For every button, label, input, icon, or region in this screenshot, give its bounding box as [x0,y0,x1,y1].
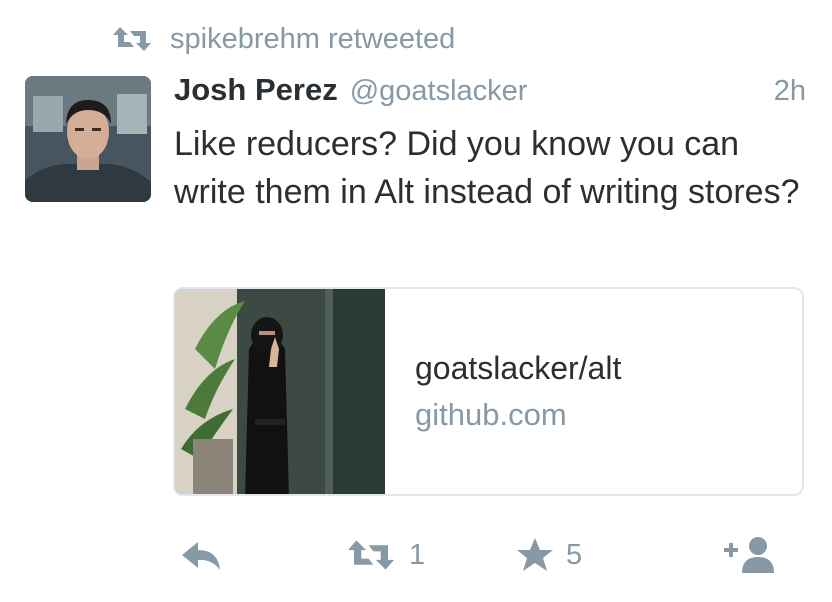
star-icon [516,537,554,573]
card-thumbnail [175,289,385,494]
tweet-timestamp[interactable]: 2h [774,75,806,108]
retweet-icon [345,538,397,572]
retweet-count: 1 [409,538,426,571]
retweet-button[interactable]: 1 [345,530,425,580]
author-name[interactable]: Josh Perez [174,72,338,108]
follow-button[interactable] [722,530,778,580]
tweet-header: Josh Perez @goatslacker 2h [174,72,806,116]
card-domain: github.com [415,396,567,432]
link-card[interactable]: goatslacker/alt github.com [173,287,804,496]
avatar[interactable] [25,76,151,202]
follow-user-icon [722,535,778,575]
card-title[interactable]: goatslacker/alt [415,347,802,389]
favorite-button[interactable]: 5 [516,530,582,580]
reply-icon [180,538,224,572]
retweeted-by-text[interactable]: spikebrehm retweeted [170,23,455,56]
retweet-context: spikebrehm retweeted [112,20,455,58]
author-handle[interactable]: @goatslacker [350,75,528,108]
tweet-text: Like reducers? Did you know you can writ… [174,125,800,211]
card-body: goatslacker/alt github.com [385,289,802,494]
tweet-actions: 1 5 [0,530,832,580]
favorite-count: 5 [566,538,583,571]
reply-button[interactable] [180,530,224,580]
retweet-icon [112,25,152,53]
